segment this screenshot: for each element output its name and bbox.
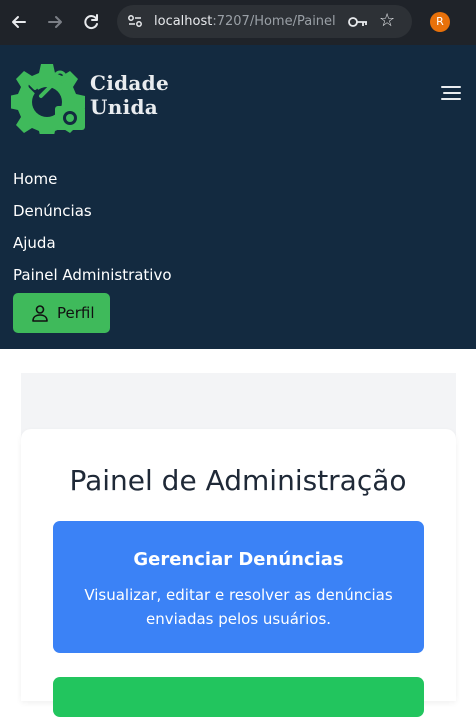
brand-line-2: Unida [90,95,159,119]
nav-item-denuncias[interactable]: Denúncias [13,195,172,227]
user-icon [32,305,48,322]
page-title: Painel de Administração [69,464,407,497]
url-host: localhost [154,14,213,29]
password-key-icon[interactable] [347,14,369,30]
url-text: localhost:7207/Home/Painel [154,13,336,30]
site-header: Cidade Unida Home Denúncias Ajuda Painel… [0,45,476,349]
perfil-button[interactable]: Perfil [13,293,110,333]
profile-avatar[interactable]: R [430,12,450,32]
url-path: :7207/Home/Painel [212,14,336,29]
browser-toolbar: localhost:7207/Home/Painel ☆ R [0,0,476,45]
main-nav: Home Denúncias Ajuda Painel Administrati… [13,163,172,291]
nav-item-home[interactable]: Home [13,163,172,195]
nav-item-ajuda[interactable]: Ajuda [13,227,172,259]
card-title: Gerenciar Denúncias [133,549,344,570]
bookmark-star-icon[interactable]: ☆ [379,11,395,31]
site-settings-icon[interactable] [127,13,143,29]
nav-item-painel[interactable]: Painel Administrativo [13,259,172,291]
card-description: Visualizar, editar e resolver as denúnci… [84,586,393,628]
hamburger-menu-icon[interactable] [441,86,461,102]
toolbar-edge [464,0,476,45]
reload-icon[interactable] [80,11,102,33]
brand-name[interactable]: Cidade Unida [90,71,169,119]
perfil-label: Perfil [57,304,95,322]
forward-arrow-icon[interactable] [44,11,66,33]
brand-line-1: Cidade [90,71,169,95]
back-arrow-icon[interactable] [8,11,30,33]
cidade-unida-logo-icon[interactable] [11,62,87,134]
address-bar[interactable]: localhost:7207/Home/Painel ☆ [117,5,412,38]
manage-reports-card[interactable]: Gerenciar Denúncias Visualizar, editar e… [53,521,424,653]
admin-action-card-green[interactable] [53,677,424,717]
